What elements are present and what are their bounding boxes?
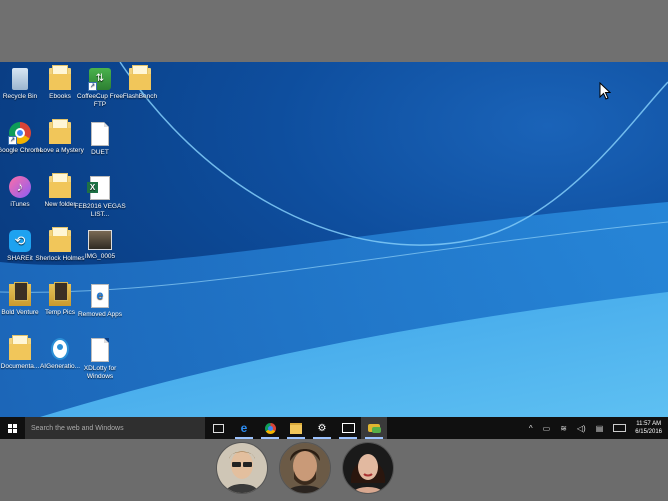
chat-app-icon <box>368 424 381 433</box>
folder-icon <box>49 119 71 144</box>
ftp-app-icon: ⇅ ↗ <box>88 68 111 91</box>
desktop-icon-flashbench[interactable]: FlashBench <box>114 65 166 101</box>
person-photo-icon <box>280 443 330 493</box>
taskbar-settings-button[interactable]: ⚙ <box>309 417 335 439</box>
clock-date: 6/15/2016 <box>635 429 662 435</box>
bottom-frame-bar <box>0 439 668 501</box>
desktop-icon-label: DUET <box>91 149 109 156</box>
folder-icon <box>9 335 31 360</box>
folder-icon <box>49 282 71 306</box>
excel-file-icon <box>87 176 110 200</box>
settings-icon: ⚙ <box>317 422 327 434</box>
search-input[interactable]: Search the web and Windows <box>25 417 205 439</box>
windows-logo-icon <box>8 423 17 433</box>
desktop-icon-label: FlashBench <box>122 93 158 100</box>
participant-avatar-3[interactable] <box>342 442 394 494</box>
desktop-icon-label: IMG_0005 <box>84 253 116 260</box>
folder-icon <box>49 65 71 90</box>
desktop-icon-removed-apps[interactable]: e Removed Apps <box>74 284 126 319</box>
mail-icon <box>341 423 355 433</box>
taskbar: Search the web and Windows e ⚙ ^ ▭ ≋ ◁) … <box>0 417 668 439</box>
desktop-icon-label: FEB2016 VEGAS LIST... <box>74 203 126 218</box>
system-tray: ^ ▭ ≋ ◁) ▤ 11:57 AM 6/15/2016 <box>524 417 668 439</box>
participant-avatar-1[interactable] <box>216 442 268 494</box>
document-icon <box>91 122 109 146</box>
task-view-button[interactable] <box>205 417 231 439</box>
clock[interactable]: 11:57 AM 6/15/2016 <box>635 420 662 436</box>
battery-icon[interactable]: ▭ <box>543 424 551 433</box>
clock-time: 11:57 AM <box>636 421 662 427</box>
recycle-bin-icon <box>12 68 28 90</box>
taskbar-chrome-button[interactable] <box>257 417 283 439</box>
keyboard-icon[interactable] <box>613 424 627 432</box>
top-frame-bar <box>0 0 668 62</box>
show-hidden-icons-chevron-icon[interactable]: ^ <box>529 424 533 433</box>
desktop[interactable]: Recycle Bin Ebooks ⇅ ↗ CoffeeCup Free FTP… <box>0 62 668 417</box>
folder-icon <box>9 282 31 306</box>
taskbar-chat-app-button[interactable] <box>361 417 387 439</box>
file-explorer-icon <box>290 422 302 434</box>
itunes-icon: ♪ <box>9 176 31 198</box>
desktop-icon-img-0005[interactable]: IMG_0005 <box>74 230 126 261</box>
start-button[interactable] <box>0 417 25 439</box>
person-photo-icon <box>343 443 393 493</box>
taskbar-mail-button[interactable] <box>335 417 361 439</box>
desktop-icon-duet[interactable]: DUET <box>74 122 126 157</box>
action-center-icon[interactable]: ▤ <box>596 424 604 433</box>
desktop-icon-label: Removed Apps <box>77 311 123 318</box>
search-placeholder: Search the web and Windows <box>31 424 124 432</box>
volume-icon[interactable]: ◁) <box>577 424 586 433</box>
document-icon <box>91 338 109 362</box>
desktop-icon-feb2016-vegas-list[interactable]: FEB2016 VEGAS LIST... <box>74 176 126 219</box>
folder-icon <box>49 227 71 252</box>
image-file-icon <box>88 230 112 250</box>
folder-icon <box>49 173 71 198</box>
taskbar-edge-button[interactable]: e <box>231 417 257 439</box>
folder-icon <box>129 65 151 90</box>
taskbar-file-explorer-button[interactable] <box>283 417 309 439</box>
chrome-icon: ↗ <box>8 122 31 145</box>
edge-icon: e <box>240 421 248 435</box>
desktop-icon-xdlotty[interactable]: XDLotty for Windows <box>74 338 126 381</box>
task-view-icon <box>212 423 224 433</box>
shareit-icon: ⟲ <box>9 230 31 252</box>
person-photo-icon <box>217 443 267 493</box>
mouse-pointer-icon <box>599 82 611 100</box>
edge-document-icon: e <box>91 284 109 308</box>
desktop-icon-label: XDLotty for Windows <box>83 365 117 380</box>
chrome-icon <box>264 422 276 434</box>
target-app-icon <box>51 338 69 360</box>
wifi-icon[interactable]: ≋ <box>560 424 567 433</box>
participant-avatar-2[interactable] <box>279 442 331 494</box>
